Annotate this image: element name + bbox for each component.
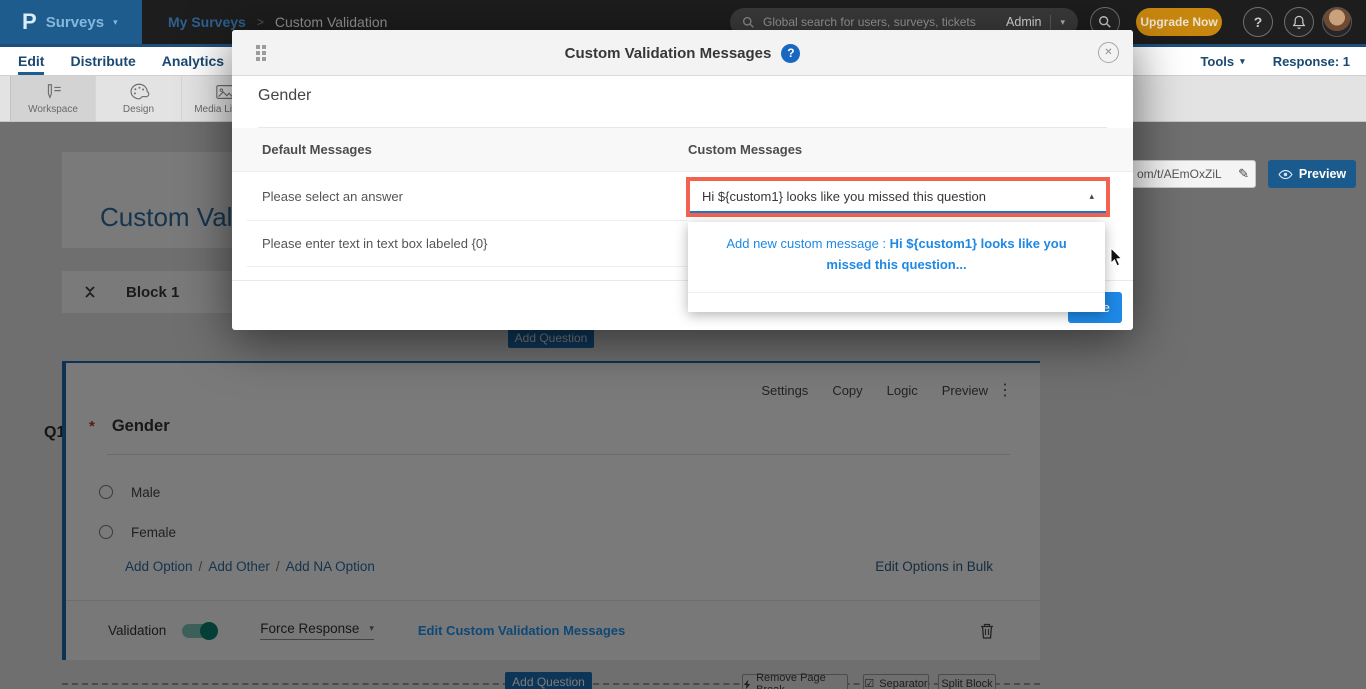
breadcrumb-current: Custom Validation [275,14,388,30]
survey-url-input[interactable] [1129,167,1238,181]
search-icon [1098,15,1112,29]
modal-close-icon[interactable]: ✕ [1098,42,1119,63]
default-message-row-2: Please enter text in text box labeled {0… [262,220,488,266]
tile-design[interactable]: Design [96,76,182,121]
design-palette-icon [128,82,150,102]
tab-analytics[interactable]: Analytics [162,47,224,75]
tab-distribute[interactable]: Distribute [70,47,135,75]
upgrade-now-button[interactable]: Upgrade Now [1136,8,1222,36]
edit-url-pencil-icon[interactable]: ✎ [1238,166,1255,182]
chevron-up-icon: ▴ [1089,192,1094,201]
app-root: P Surveys ▾ My Surveys > Custom Validati… [0,0,1366,689]
tab-edit[interactable]: Edit [18,47,44,75]
notifications-button[interactable] [1284,7,1314,37]
survey-url-field: ✎ [1128,160,1256,188]
chevron-down-icon: ▾ [113,18,118,27]
user-avatar[interactable] [1322,7,1352,37]
question-mark-icon: ? [1254,14,1263,30]
tabs: Edit Distribute Analytics [0,47,224,75]
tile-workspace[interactable]: Workspace [10,76,96,121]
modal-title: Custom Validation Messages [565,45,772,62]
tools-menu[interactable]: Tools ▾ [1200,54,1244,69]
search-scope-selector[interactable]: Admin [1006,15,1041,29]
search-icon [742,16,755,29]
modal-title-wrap: Custom Validation Messages ? [232,30,1133,76]
scope-chevron-down-icon[interactable]: ▾ [1060,18,1065,27]
custom-message-dropdown: Add new custom message : Hi ${custom1} l… [688,222,1105,312]
dropdown-option-prefix: Add new custom message : [726,236,889,251]
default-message-row-1: Please select an answer [262,172,403,220]
preview-label: Preview [1299,167,1346,181]
modal-question-title: Gender [258,87,311,105]
custom-message-select-inner: Hi ${custom1} looks like you missed this… [690,181,1106,213]
workspace-icon [42,82,64,102]
app-logo: P [22,11,37,33]
add-new-custom-message-option[interactable]: Add new custom message : Hi ${custom1} l… [688,222,1105,275]
tile-label: Workspace [28,104,78,115]
row-divider [247,266,687,267]
custom-message-select[interactable]: Hi ${custom1} looks like you missed this… [686,177,1110,217]
eye-icon [1278,169,1293,180]
column-default-messages: Default Messages [262,128,372,172]
column-custom-messages: Custom Messages [688,128,802,172]
help-button[interactable]: ? [1243,7,1273,37]
bell-icon [1292,15,1306,30]
response-count[interactable]: Response: 1 [1273,54,1350,69]
scope-divider [1050,15,1051,30]
dropdown-divider [688,292,1105,293]
chevron-down-icon: ▾ [1240,57,1245,66]
modal-help-icon[interactable]: ? [781,44,800,63]
tile-label: Design [123,104,154,115]
breadcrumb-parent-link[interactable]: My Surveys [168,14,246,30]
modal-column-header-row: Default Messages Custom Messages [232,128,1133,172]
custom-message-select-value: Hi ${custom1} looks like you missed this… [702,189,986,204]
product-label: Surveys [46,14,104,31]
breadcrumb-separator: > [257,15,264,29]
toolbar-tiles: Workspace Design Media Library [10,76,268,121]
preview-button[interactable]: Preview [1268,160,1356,188]
tools-label: Tools [1200,54,1234,69]
custom-validation-modal: Custom Validation Messages ? ✕ Gender De… [232,30,1133,330]
tabbar-right: Tools ▾ Response: 1 [1200,47,1366,75]
modal-header: Custom Validation Messages ? ✕ [232,30,1133,76]
search-input[interactable] [763,15,1006,29]
product-switcher[interactable]: P Surveys ▾ [0,0,142,44]
